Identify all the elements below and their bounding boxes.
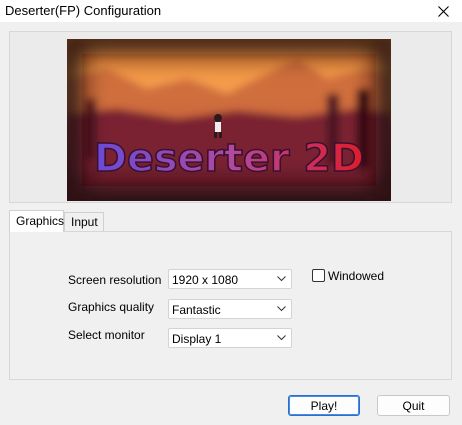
monitor-select[interactable]: Display 1 [168, 328, 292, 348]
quit-button[interactable]: Quit [377, 395, 450, 416]
banner-frame: Deserter 2D [9, 31, 452, 203]
tab-input[interactable]: Input [64, 212, 104, 231]
game-banner-image: Deserter 2D [67, 39, 391, 201]
play-button[interactable]: Play! [288, 395, 360, 416]
close-button[interactable] [428, 0, 458, 22]
window-title: Deserter(FP) Configuration [5, 3, 162, 18]
chevron-down-icon [277, 276, 286, 282]
windowed-label: Windowed [328, 269, 385, 283]
quality-label: Graphics quality [68, 300, 155, 314]
monitor-label: Select monitor [68, 328, 145, 342]
resolution-value: 1920 x 1080 [172, 273, 239, 287]
windowed-checkbox[interactable] [312, 269, 325, 282]
tab-input-label: Input [71, 215, 98, 229]
quality-value: Fantastic [172, 303, 221, 317]
chevron-down-icon [277, 306, 286, 312]
quit-button-label: Quit [402, 398, 425, 413]
resolution-select[interactable]: 1920 x 1080 [168, 269, 292, 289]
tab-graphics[interactable]: Graphics [9, 210, 64, 232]
title-bar: Deserter(FP) Configuration [0, 0, 462, 22]
tab-graphics-label: Graphics [16, 214, 65, 228]
monitor-value: Display 1 [172, 332, 222, 346]
resolution-label: Screen resolution [68, 273, 162, 287]
play-button-label: Play! [310, 398, 338, 413]
chevron-down-icon [277, 335, 286, 341]
close-icon [437, 5, 449, 17]
game-logo: Deserter 2D [94, 136, 364, 180]
quality-select[interactable]: Fantastic [168, 299, 292, 319]
